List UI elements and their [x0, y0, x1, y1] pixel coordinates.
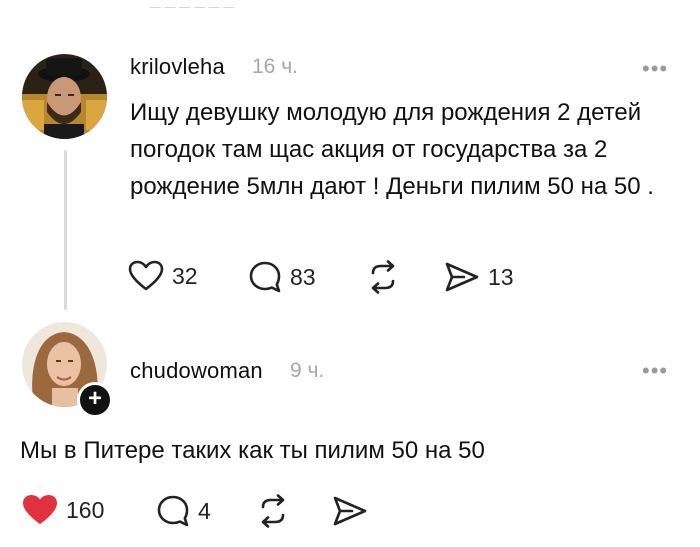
heart-filled-icon: [23, 495, 57, 524]
post-like-count: 32: [172, 262, 198, 289]
post-repost-button[interactable]: [366, 260, 400, 294]
repost-icon: [261, 494, 285, 528]
reply-like-count: 160: [66, 496, 105, 523]
reply-comment-button[interactable]: 4: [156, 494, 211, 528]
reply-repost-button[interactable]: [256, 494, 290, 528]
reply-timestamp: 9 ч.: [290, 359, 325, 382]
post-comment-count: 83: [290, 263, 316, 290]
avatar-photo: [22, 54, 107, 139]
post-send-count: 13: [488, 263, 514, 290]
cropped-top-remnant: ▂ ▂ ▂ ▂ ▂ ▂: [150, 0, 235, 8]
repost-icon: [371, 260, 395, 294]
follow-plus-icon[interactable]: +: [77, 382, 113, 418]
post-text: Ищу девушку молодую для рождения 2 детей…: [130, 99, 654, 200]
send-icon: [333, 496, 367, 526]
comment-bubble-icon: [157, 495, 189, 527]
reply-send-button[interactable]: [332, 494, 368, 528]
heart-icon: [128, 260, 164, 291]
reply-text: Мы в Питере таких как ты пилим 50 на 50: [20, 437, 485, 464]
post-more-icon[interactable]: •••: [642, 58, 668, 80]
post-send-button[interactable]: 13: [444, 260, 514, 294]
post-comment-button[interactable]: 83: [248, 260, 316, 294]
avatar-krilovleha[interactable]: [22, 54, 107, 139]
thread-connector-line: [64, 150, 67, 310]
reply-username[interactable]: chudowoman: [130, 358, 263, 384]
post-username[interactable]: krilovleha: [130, 54, 225, 80]
post-like-button[interactable]: 32: [128, 260, 198, 292]
comment-bubble-icon: [249, 261, 281, 293]
reply-more-icon[interactable]: •••: [642, 360, 668, 382]
reply-comment-count: 4: [198, 497, 211, 524]
post-timestamp: 16 ч.: [252, 55, 298, 78]
send-icon: [445, 262, 479, 292]
reply-like-button[interactable]: 160: [22, 494, 104, 526]
